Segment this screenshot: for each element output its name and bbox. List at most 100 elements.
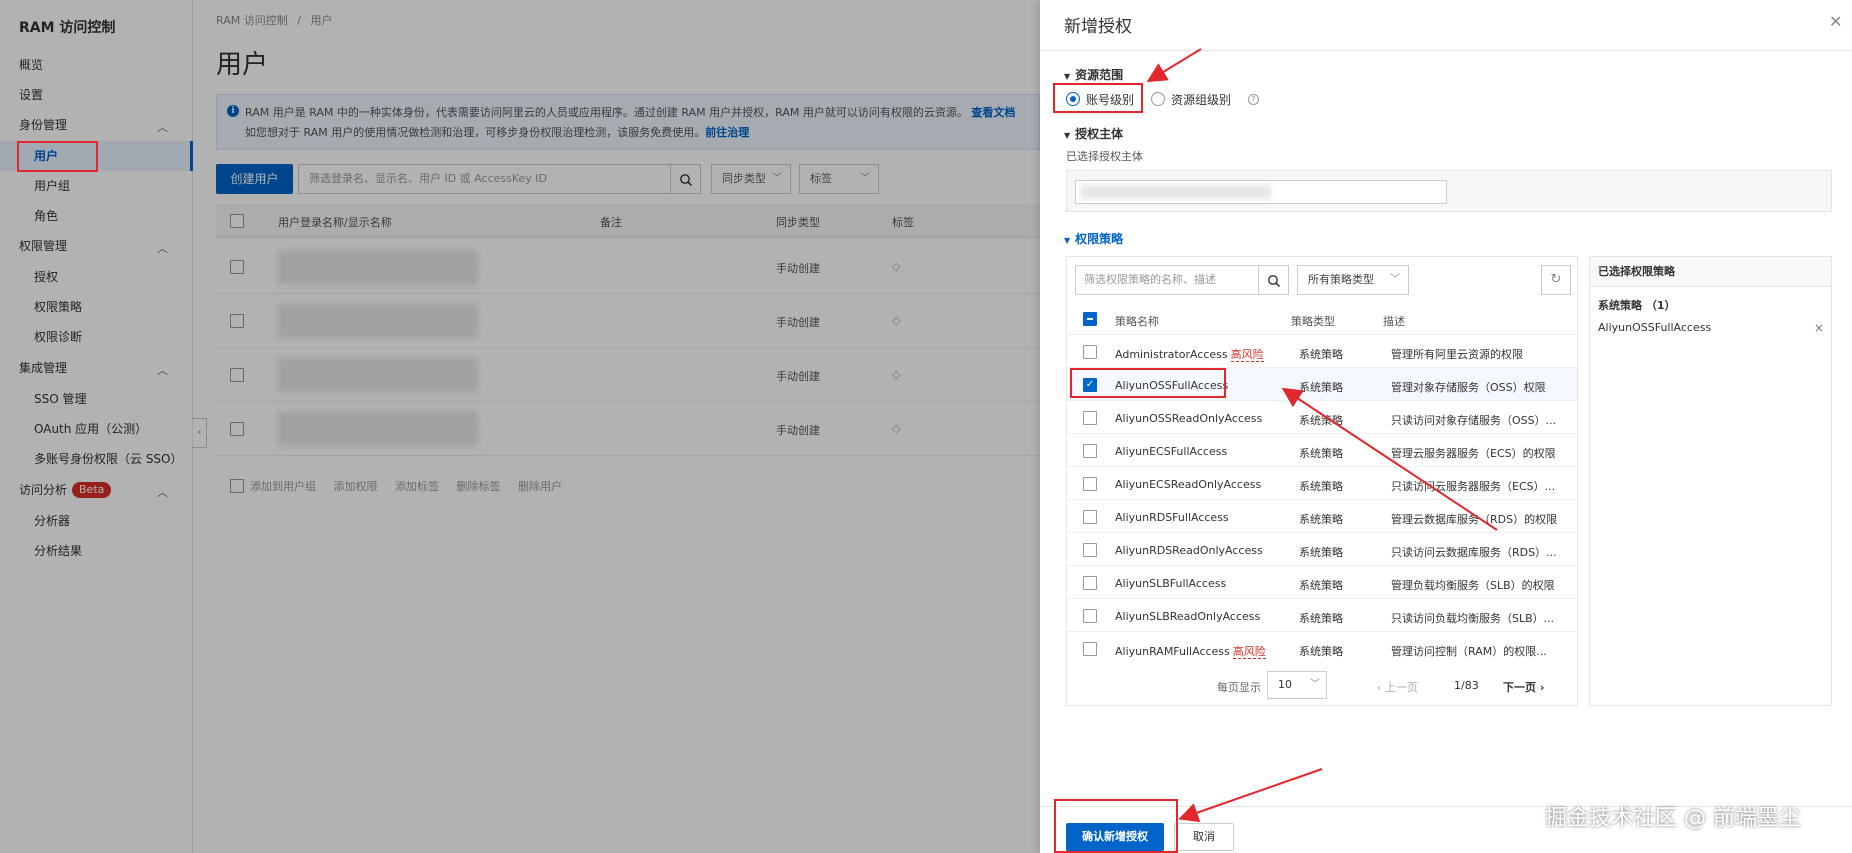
next-page-label: 下一页 [1503, 681, 1536, 694]
policy-name: AliyunSLBFullAccess [1115, 577, 1227, 590]
principal-selected-label: 已选择授权主体 [1066, 150, 1143, 163]
chevron-down-icon: ﹀ [1310, 679, 1320, 690]
policy-checkbox[interactable] [1083, 609, 1097, 623]
policy-type: 系统策略 [1299, 579, 1343, 592]
policy-row[interactable]: AliyunECSFullAccess 系统策略 管理云服务器服务（ECS）的权… [1067, 434, 1577, 467]
column-header: 描述 [1383, 315, 1405, 328]
section-resource-scope[interactable]: ▼ 资源范围 [1064, 66, 1123, 83]
policy-desc: 只读访问云服务器服务（ECS）... [1391, 480, 1556, 493]
policy-name: AliyunSLBReadOnlyAccess [1115, 610, 1261, 623]
principal-container [1066, 170, 1832, 212]
selected-group-title: 系统策略 （1） [1598, 299, 1676, 312]
per-page-label: 每页显示 [1217, 681, 1261, 694]
section-title: 授权主体 [1075, 127, 1124, 141]
policy-name: AliyunECSReadOnlyAccess [1115, 478, 1262, 491]
selected-policies-panel: 已选择权限策略 系统策略 （1） AliyunOSSFullAccess × [1589, 256, 1832, 706]
policy-row[interactable]: AliyunSLBFullAccess 系统策略 管理负载均衡服务（SLB）的权… [1067, 566, 1577, 599]
policy-type: 系统策略 [1299, 381, 1343, 394]
policy-checkbox[interactable] [1083, 576, 1097, 590]
policy-checkbox[interactable] [1083, 543, 1097, 557]
policy-desc: 只读访问负载均衡服务（SLB）... [1391, 612, 1555, 625]
annotation-box [1053, 83, 1143, 113]
cancel-button[interactable]: 取消 [1174, 823, 1234, 851]
policy-type: 系统策略 [1299, 546, 1343, 559]
policy-row[interactable]: AliyunSLBReadOnlyAccess 系统策略 只读访问负载均衡服务（… [1067, 599, 1577, 632]
policy-name: AliyunOSSReadOnlyAccess [1115, 412, 1263, 425]
policy-desc: 管理所有阿里云资源的权限 [1391, 348, 1523, 361]
policy-type: 系统策略 [1299, 447, 1343, 460]
policy-checkbox[interactable] [1083, 345, 1097, 359]
policy-type: 系统策略 [1299, 480, 1343, 493]
policy-checkbox[interactable] [1083, 510, 1097, 524]
policy-desc: 只读访问对象存储服务（OSS）... [1391, 414, 1557, 427]
policy-type: 系统策略 [1299, 348, 1343, 361]
scope-group-radio[interactable] [1151, 92, 1165, 106]
close-icon[interactable]: ✕ [1829, 12, 1842, 31]
policy-desc: 管理访问控制（RAM）的权限... [1391, 645, 1547, 658]
policy-type: 系统策略 [1299, 645, 1343, 658]
annotation-box [1054, 799, 1178, 853]
caret-down-icon: ▼ [1064, 72, 1071, 81]
policy-name-text: AdministratorAccess [1115, 348, 1228, 361]
policy-row[interactable]: AliyunRDSReadOnlyAccess 系统策略 只读访问云数据库服务（… [1067, 533, 1577, 566]
policy-checkbox[interactable] [1083, 444, 1097, 458]
policy-desc: 只读访问云数据库服务（RDS）... [1391, 546, 1557, 559]
watermark: 掘金技术社区 @ 前端墨尘 [1545, 806, 1801, 831]
policy-name: AliyunECSFullAccess [1115, 445, 1228, 458]
caret-down-icon: ▼ [1064, 131, 1071, 140]
policy-row[interactable]: AliyunOSSReadOnlyAccess 系统策略 只读访问对象存储服务（… [1067, 401, 1577, 434]
policy-type-select[interactable]: 所有策略类型 ﹀ [1297, 265, 1409, 295]
column-header: 策略类型 [1291, 315, 1335, 328]
annotation-box [1070, 368, 1226, 398]
policy-row[interactable]: AliyunECSReadOnlyAccess 系统策略 只读访问云服务器服务（… [1067, 467, 1577, 500]
scope-group-label[interactable]: 资源组级别 [1171, 91, 1231, 108]
section-principal[interactable]: ▼ 授权主体 [1064, 125, 1123, 142]
select-all-checkbox[interactable] [1083, 312, 1097, 326]
policy-checkbox[interactable] [1083, 642, 1097, 656]
caret-down-icon: ▼ [1064, 236, 1071, 245]
column-header: 策略名称 [1115, 315, 1159, 328]
prev-page-button[interactable]: ‹ 上一页 [1377, 679, 1418, 695]
policy-row[interactable]: AdministratorAccess 高风险 系统策略 管理所有阿里云资源的权限 [1067, 335, 1577, 368]
policy-type: 系统策略 [1299, 612, 1343, 625]
high-risk-label: 高风险 [1230, 348, 1264, 362]
policy-desc: 管理云服务器服务（ECS）的权限 [1391, 447, 1556, 460]
policy-checkbox[interactable] [1083, 411, 1097, 425]
pagination: 每页显示 10 ﹀ ‹ 上一页 1/83 下一页 › [1067, 671, 1577, 701]
search-icon [1267, 274, 1280, 287]
policy-row[interactable]: AliyunRAMFullAccess 高风险 系统策略 管理访问控制（RAM）的… [1067, 632, 1577, 665]
section-title: 权限策略 [1075, 232, 1124, 246]
policy-desc: 管理对象存储服务（OSS）权限 [1391, 381, 1546, 394]
policy-name: AliyunRDSReadOnlyAccess [1115, 544, 1263, 557]
high-risk-label: 高风险 [1232, 645, 1266, 659]
modal-overlay[interactable] [0, 0, 1040, 853]
selected-policy-item: AliyunOSSFullAccess [1598, 321, 1712, 334]
per-page-value: 10 [1278, 678, 1292, 691]
policy-type: 系统策略 [1299, 414, 1343, 427]
policy-row[interactable]: AliyunRDSFullAccess 系统策略 管理云数据库服务（RDS）的权… [1067, 500, 1577, 533]
section-policies[interactable]: ▼ 权限策略 [1064, 230, 1123, 247]
policy-search-input[interactable]: 筛选权限策略的名称、描述 [1075, 265, 1259, 295]
policy-desc: 管理负载均衡服务（SLB）的权限 [1391, 579, 1555, 592]
section-title: 资源范围 [1075, 68, 1124, 82]
policy-search-button[interactable] [1259, 265, 1289, 295]
remove-icon[interactable]: × [1814, 321, 1824, 335]
help-icon[interactable]: ? [1248, 94, 1259, 105]
policy-name: AdministratorAccess 高风险 [1115, 346, 1264, 362]
policy-name-text: AliyunRAMFullAccess [1115, 645, 1230, 658]
divider [1040, 50, 1852, 51]
refresh-icon[interactable]: ↻ [1541, 265, 1571, 295]
chevron-down-icon: ﹀ [1390, 274, 1400, 285]
selected-panel-title: 已选择权限策略 [1590, 257, 1831, 287]
policy-name: AliyunRDSFullAccess [1115, 511, 1229, 524]
page-indicator: 1/83 [1454, 679, 1479, 692]
annotation-box [17, 141, 98, 172]
policy-checkbox[interactable] [1083, 477, 1097, 491]
drawer-title: 新增授权 [1064, 17, 1132, 37]
policy-desc: 管理云数据库服务（RDS）的权限 [1391, 513, 1558, 526]
next-page-button[interactable]: 下一页 › [1503, 679, 1544, 695]
per-page-select[interactable]: 10 ﹀ [1267, 671, 1327, 699]
policy-type: 系统策略 [1299, 513, 1343, 526]
redacted-principal [1081, 185, 1271, 199]
policy-list-panel: 筛选权限策略的名称、描述 所有策略类型 ﹀ ↻ 策略名称 策略类型 描述 Admi… [1066, 256, 1578, 706]
